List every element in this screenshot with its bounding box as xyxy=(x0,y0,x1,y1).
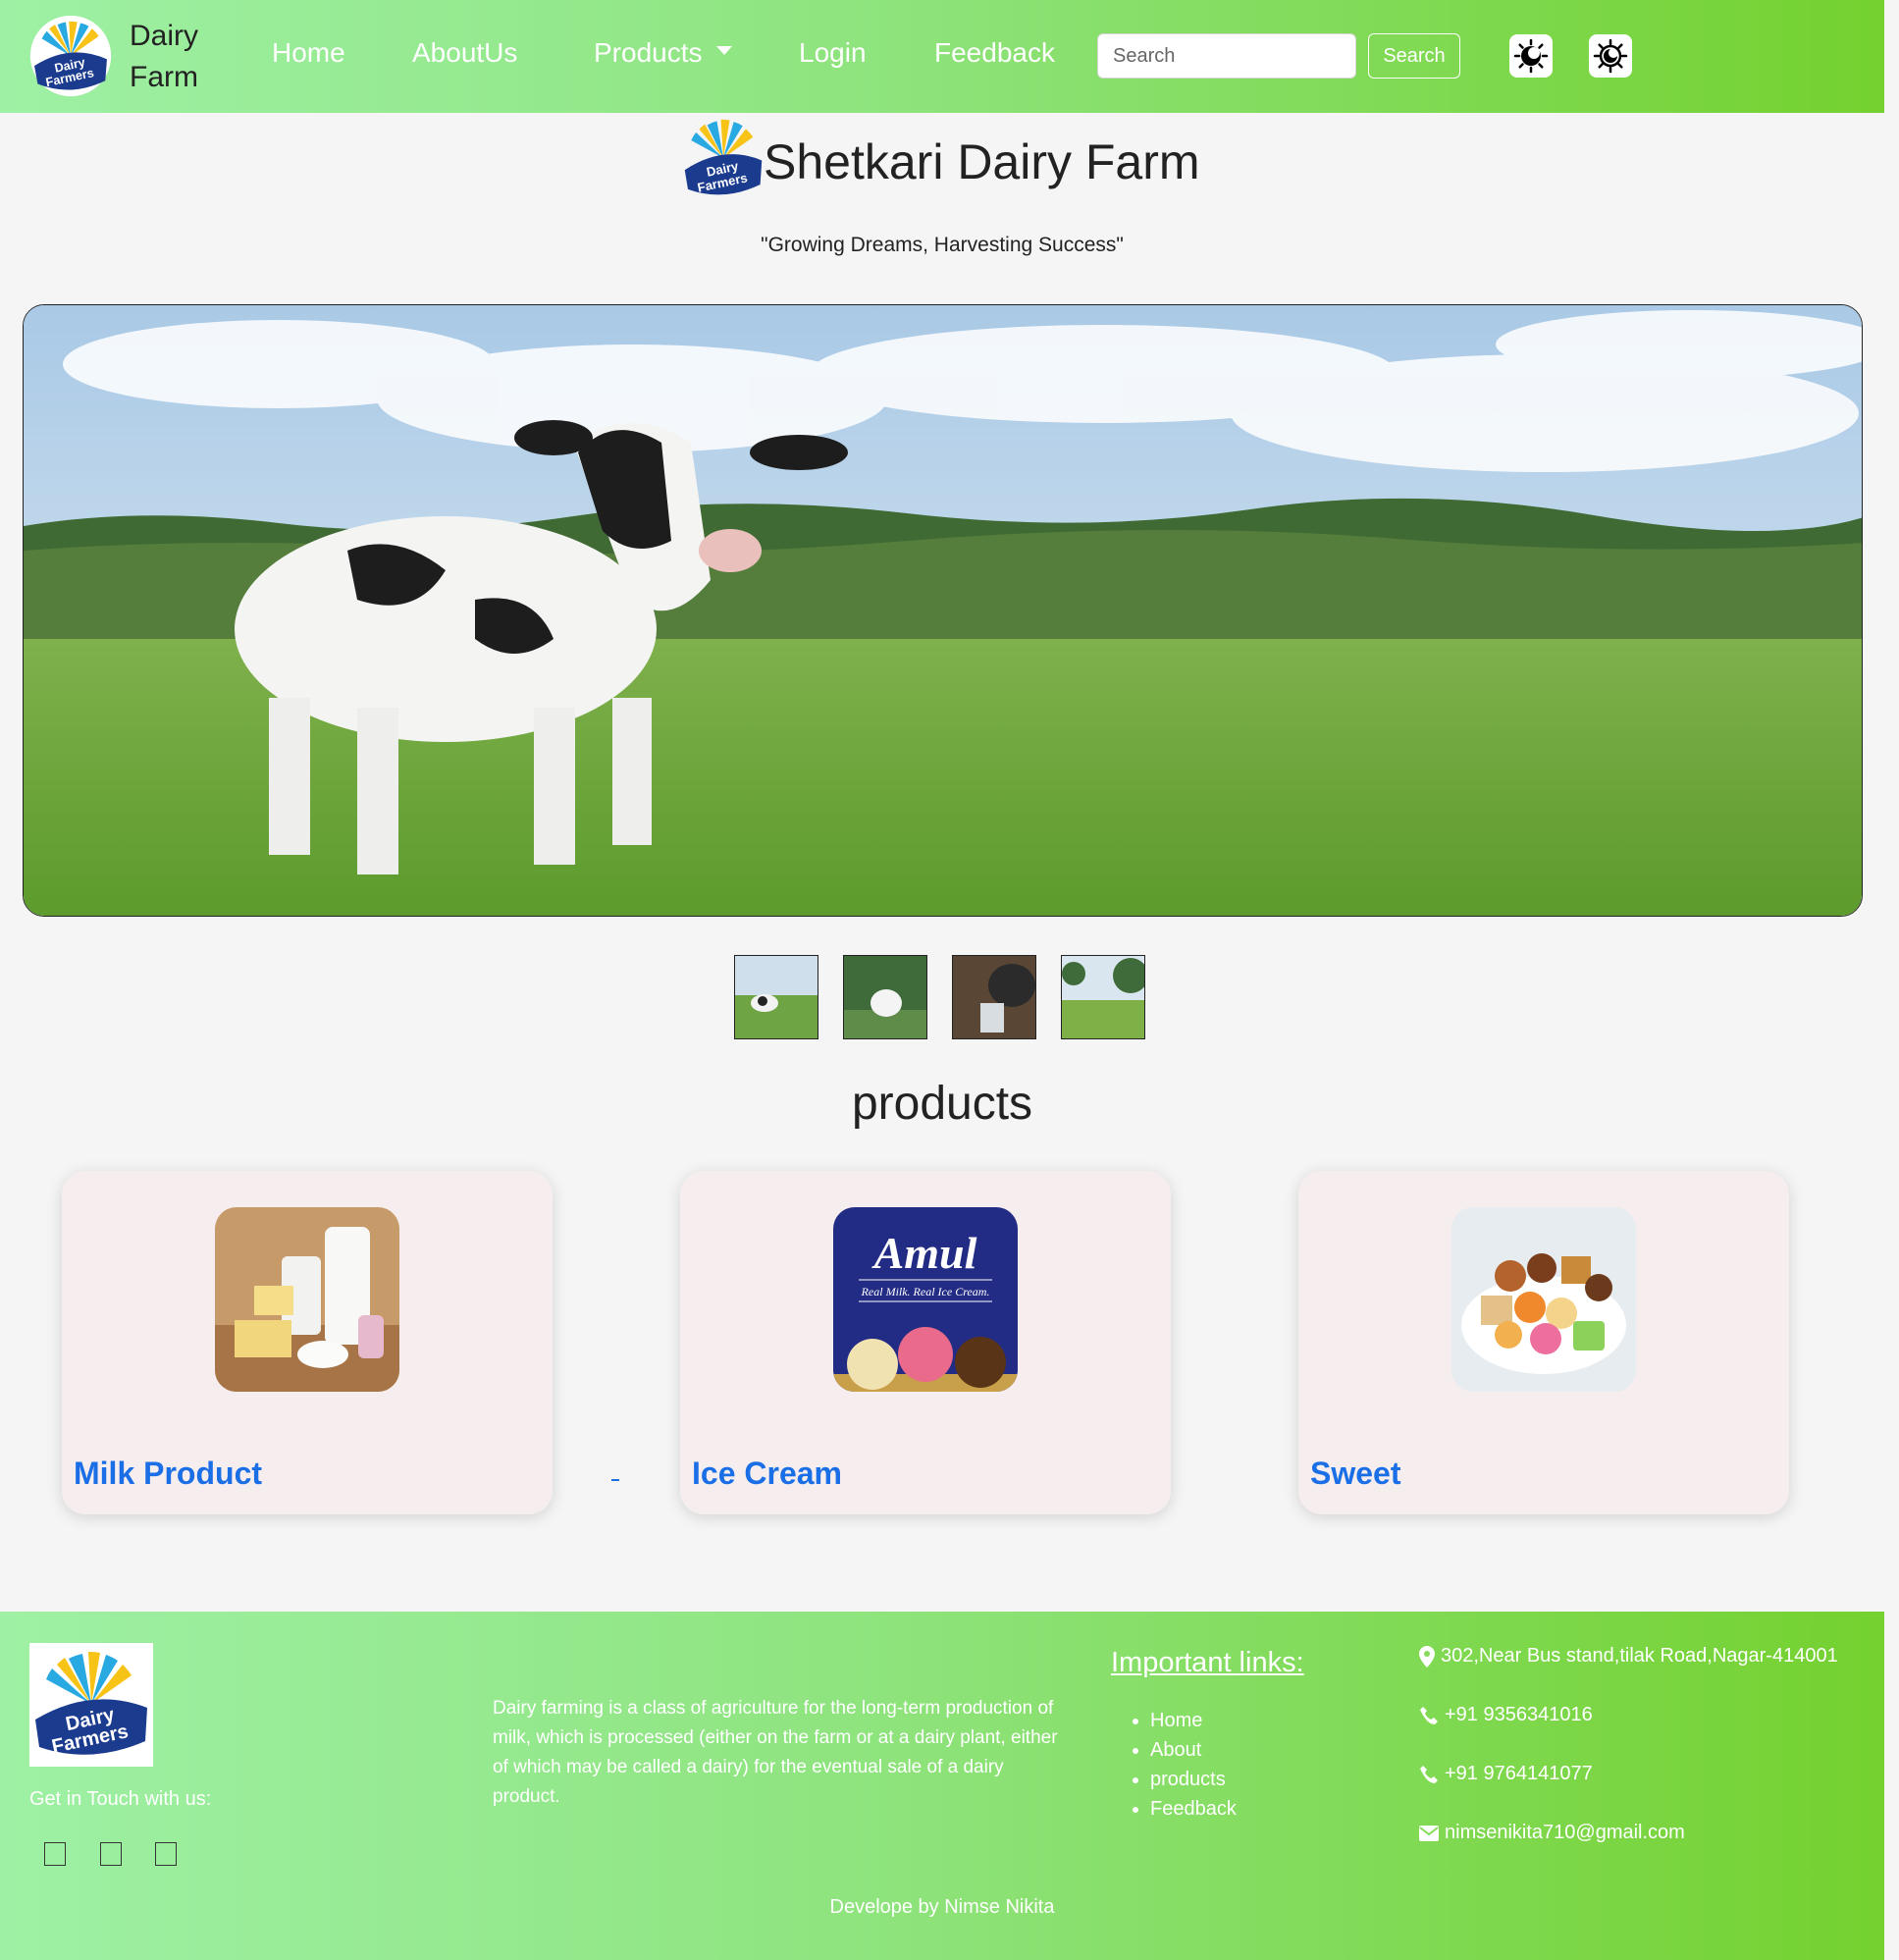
contact-address: 302,Near Bus stand,tilak Road,Nagar-4140… xyxy=(1419,1645,1838,1668)
carousel-thumbnail-2[interactable] xyxy=(843,955,927,1039)
address-text: 302,Near Bus stand,tilak Road,Nagar-4140… xyxy=(1441,1645,1838,1667)
dairy-products-image xyxy=(215,1207,399,1392)
products-heading: products xyxy=(851,1078,1033,1130)
twitter-icon[interactable] xyxy=(155,1842,177,1866)
product-title-sweet[interactable]: Sweet xyxy=(1310,1456,1400,1492)
footer: Dairy Farmers Get in Touch with us: Dair… xyxy=(0,1612,1884,1960)
search-button[interactable]: Search xyxy=(1368,33,1460,79)
nav-products-label: Products xyxy=(594,37,703,68)
dairy-farmers-logo-header: Dairy Farmers xyxy=(684,119,763,195)
product-title-milk[interactable]: Milk Product xyxy=(74,1456,262,1492)
theme-toggle-icon-2[interactable] xyxy=(1589,34,1632,78)
envelope-icon xyxy=(1419,1825,1439,1841)
brand-line-2: Farm xyxy=(130,61,198,93)
brand-line-1: Dairy xyxy=(130,20,199,52)
product-card-ice-cream[interactable]: Amul Real Milk. Real Ice Cream. Ice Crea… xyxy=(680,1171,1171,1514)
important-links-list: Home About products Feedback xyxy=(1125,1706,1237,1824)
footer-link-feedback[interactable]: Feedback xyxy=(1150,1794,1237,1824)
tagline: "Growing Dreams, Harvesting Success" xyxy=(761,234,1124,256)
navbar: Dairy Farmers Dairy Farm Home AboutUs Pr… xyxy=(0,0,1884,113)
stray-link-dash[interactable] xyxy=(611,1479,619,1481)
nav-products-dropdown[interactable]: Products xyxy=(594,37,732,69)
carousel-thumbnail-3[interactable] xyxy=(952,955,1036,1039)
product-title-ice-cream[interactable]: Ice Cream xyxy=(692,1456,842,1492)
map-pin-icon xyxy=(1419,1645,1435,1668)
phone-1-text: +91 9356341016 xyxy=(1445,1704,1593,1725)
product-card-sweet[interactable]: Sweet xyxy=(1298,1171,1789,1514)
product-card-milk[interactable]: Milk Product xyxy=(62,1171,553,1514)
footer-link-products[interactable]: products xyxy=(1150,1765,1237,1794)
page-title: Shetkari Dairy Farm xyxy=(764,134,1200,189)
sun-moon-icon xyxy=(1513,38,1549,74)
phone-icon xyxy=(1420,1706,1438,1724)
facebook-icon[interactable] xyxy=(44,1842,66,1866)
footer-link-home[interactable]: Home xyxy=(1150,1706,1237,1735)
nav-feedback[interactable]: Feedback xyxy=(934,37,1055,69)
developer-credit: Develope by Nimse Nikita xyxy=(829,1896,1055,1918)
sweets-plate-image xyxy=(1451,1207,1636,1392)
about-dairy-text: Dairy farming is a class of agriculture … xyxy=(493,1698,1058,1807)
dairy-farmers-logo[interactable]: Dairy Farmers xyxy=(29,15,112,97)
sun-moon-icon xyxy=(1593,38,1628,74)
carousel-thumbnails xyxy=(734,955,1145,1039)
email-text: nimsenikita710@gmail.com xyxy=(1445,1822,1685,1843)
cow-in-field-image xyxy=(24,305,1862,916)
dairy-farmers-logo-footer: Dairy Farmers xyxy=(29,1643,153,1767)
amul-ice-cream-image: Amul Real Milk. Real Ice Cream. xyxy=(833,1207,1018,1392)
theme-toggle-icon[interactable] xyxy=(1509,34,1553,78)
nav-about-us[interactable]: AboutUs xyxy=(412,37,517,69)
contact-phone-1[interactable]: +91 9356341016 xyxy=(1419,1704,1593,1726)
nav-home[interactable]: Home xyxy=(272,37,345,69)
carousel-thumbnail-1[interactable] xyxy=(734,955,818,1039)
contact-phone-2[interactable]: +91 9764141077 xyxy=(1419,1763,1593,1785)
carousel-thumbnail-4[interactable] xyxy=(1061,955,1145,1039)
brand-name[interactable]: Dairy Farm xyxy=(130,16,198,98)
nav-login[interactable]: Login xyxy=(799,37,867,69)
hero-carousel[interactable] xyxy=(23,304,1863,917)
instagram-icon[interactable] xyxy=(100,1842,122,1866)
footer-link-about[interactable]: About xyxy=(1150,1735,1237,1765)
amul-brand-text: Amul xyxy=(871,1228,977,1278)
get-in-touch-label: Get in Touch with us: xyxy=(29,1788,212,1810)
phone-icon xyxy=(1420,1765,1438,1783)
amul-slogan-text: Real Milk. Real Ice Cream. xyxy=(861,1285,990,1298)
search-input[interactable] xyxy=(1097,33,1356,79)
contact-email[interactable]: nimsenikita710@gmail.com xyxy=(1419,1822,1685,1844)
phone-2-text: +91 9764141077 xyxy=(1445,1763,1593,1784)
caret-down-icon xyxy=(715,46,732,56)
important-links-heading: Important links: xyxy=(1111,1647,1304,1678)
